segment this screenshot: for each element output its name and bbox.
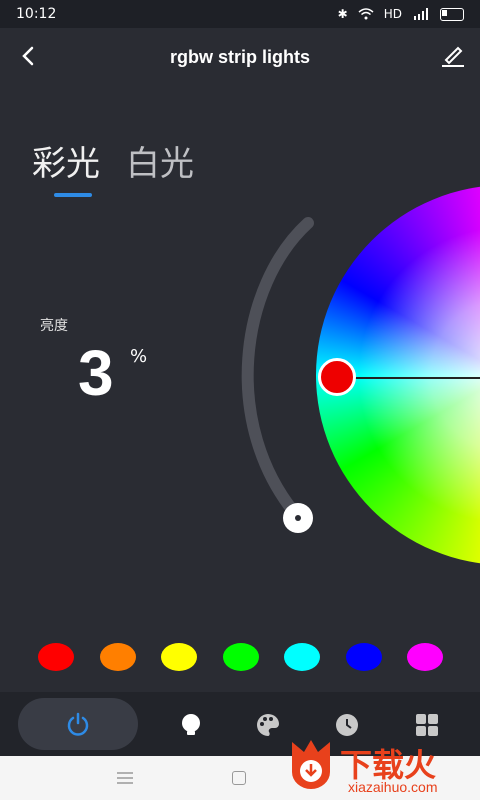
tab-color-light[interactable]: 彩光 — [32, 136, 100, 197]
tab-white-light[interactable]: 白光 — [126, 136, 194, 185]
color-swatch-3[interactable] — [222, 643, 259, 671]
flame-logo-icon — [292, 740, 330, 789]
color-swatch-2[interactable] — [161, 643, 197, 671]
home-icon[interactable] — [232, 771, 246, 785]
back-icon[interactable] — [16, 42, 44, 70]
status-icons: ✱ HD — [338, 7, 464, 21]
header: rgbw strip lights — [0, 28, 480, 86]
palette-icon[interactable] — [255, 712, 281, 738]
battery-icon — [440, 7, 464, 21]
color-swatches — [38, 643, 443, 671]
color-picker-handle[interactable] — [318, 358, 356, 396]
bulb-icon[interactable] — [178, 712, 204, 738]
menu-icon[interactable] — [117, 772, 133, 784]
edit-icon[interactable] — [438, 40, 468, 70]
color-swatch-0[interactable] — [38, 643, 74, 671]
power-button[interactable] — [18, 698, 138, 750]
color-swatch-4[interactable] — [284, 643, 320, 671]
color-swatch-1[interactable] — [99, 643, 136, 671]
clock-icon[interactable] — [334, 712, 360, 738]
watermark-sub: xiazaihuo.com — [348, 779, 438, 795]
mode-tabs: 彩光 白光 — [32, 136, 194, 197]
network-label: HD — [383, 7, 402, 21]
wifi-icon — [358, 8, 374, 20]
brightness-unit: % — [130, 346, 148, 367]
signal-icon — [414, 8, 428, 20]
page-title: rgbw strip lights — [169, 46, 310, 67]
color-swatch-6[interactable] — [407, 643, 443, 671]
watermark: 下载火 xiazaihuo.com — [282, 738, 480, 800]
color-swatch-5[interactable] — [345, 643, 382, 671]
grid-icon[interactable] — [414, 712, 440, 738]
status-time: 10:12 — [16, 6, 57, 22]
status-bar: 10:12 ✱ HD — [0, 0, 480, 28]
brightness-label: 亮度 — [40, 318, 68, 334]
power-icon — [67, 712, 89, 736]
brightness-value: 3 — [78, 337, 114, 409]
color-wheel-indicator-line — [344, 377, 480, 379]
brightness-slider[interactable] — [220, 205, 320, 535]
bluetooth-icon: ✱ — [337, 7, 348, 21]
